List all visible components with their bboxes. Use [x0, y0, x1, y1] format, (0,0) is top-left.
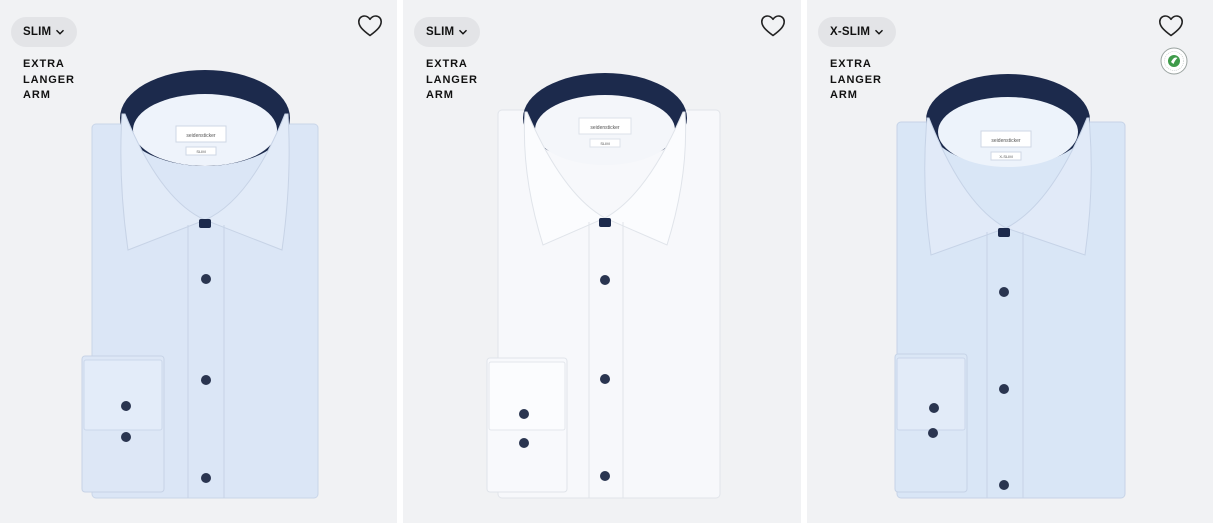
product-grid: SLIM EXTRA LANGER ARM seidensticker SLIM: [0, 0, 1213, 523]
product-card[interactable]: SLIM EXTRA LANGER ARM seidensticker SLIM: [403, 0, 801, 523]
product-card[interactable]: SLIM EXTRA LANGER ARM seidensticker SLIM: [0, 0, 397, 523]
brand-label: seidensticker: [590, 125, 620, 131]
product-card[interactable]: X-SLIM EXTRA LANGER ARM seidensticker X-…: [807, 0, 1213, 523]
brand-label: seidensticker: [991, 138, 1021, 144]
fit-tag: SLIM: [600, 141, 609, 146]
fit-tag: X-SLIM: [999, 154, 1012, 159]
product-image[interactable]: seidensticker X-SLIM: [807, 0, 1213, 523]
product-image[interactable]: seidensticker SLIM: [0, 0, 397, 523]
product-image[interactable]: seidensticker SLIM: [403, 0, 801, 523]
fit-tag: SLIM: [196, 149, 205, 154]
brand-label: seidensticker: [186, 133, 216, 139]
